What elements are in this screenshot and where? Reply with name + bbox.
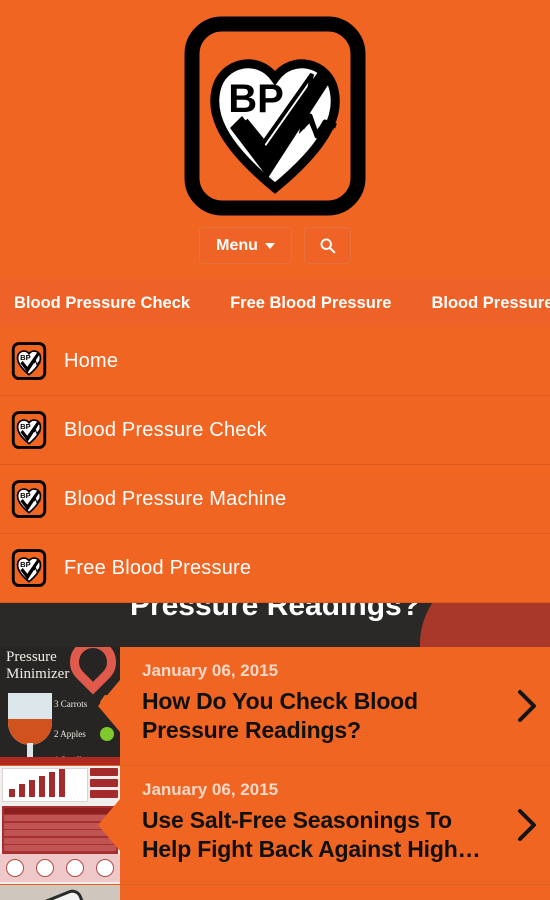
- article-row[interactable]: Pressure Minimizer 3 Carrots 2 Apples 1 …: [0, 647, 550, 766]
- thumb-notch: [98, 799, 120, 851]
- chevron-right-icon: [518, 690, 536, 722]
- legend-panel: [90, 768, 118, 802]
- article-date: January 06, 2015: [142, 661, 279, 680]
- chart-bar: [49, 772, 55, 797]
- toolbar: Menu: [199, 227, 351, 264]
- category-nav-strip[interactable]: Blood Pressure Check Free Blood Pressure…: [0, 279, 550, 327]
- legend-chip: [90, 779, 118, 787]
- chart-bar: [9, 789, 15, 797]
- limit-alcohol-icon: [66, 859, 84, 877]
- bp-heart-check-logo-icon: BP: [184, 16, 366, 215]
- article-chevron[interactable]: [504, 766, 550, 884]
- exercise-icon: [6, 859, 24, 877]
- menu-button[interactable]: Menu: [199, 227, 292, 264]
- menu-item-blood-pressure-machine[interactable]: BP Blood Pressure Machine: [0, 465, 550, 534]
- dropdown-menu-list: BP Home BP Blood Pressure Check BP Blood…: [0, 327, 550, 603]
- tips-icon-row: [0, 854, 120, 882]
- chart-bar: [29, 780, 35, 797]
- legend-chip: [90, 790, 118, 798]
- article-thumbnail: [0, 766, 120, 884]
- nav-item-free-blood-pressure[interactable]: Free Blood Pressure: [230, 294, 391, 313]
- glass-shape: [8, 693, 52, 745]
- caret-down-icon: [264, 242, 275, 249]
- thumb-notch: [98, 680, 120, 732]
- thumb-ingredient: 3 Carrots: [54, 699, 88, 709]
- article-chevron[interactable]: [504, 647, 550, 765]
- bp-heart-icon: BP: [11, 342, 47, 380]
- hero-title: Pressure Readings?: [129, 603, 421, 622]
- bar-chart-panel: [2, 768, 88, 802]
- article-thumbnail: Pressure Minimizer 3 Carrots 2 Apples 1 …: [0, 647, 120, 765]
- menu-item-label: Free Blood Pressure: [64, 556, 252, 579]
- bp-heart-icon: BP: [11, 411, 47, 449]
- menu-item-label: Blood Pressure Machine: [64, 487, 287, 510]
- article-row[interactable]: January 06, 2015: [0, 885, 550, 900]
- article-thumbnail: [0, 885, 120, 900]
- legend-chip: [90, 768, 118, 776]
- chart-bar: [39, 776, 45, 797]
- svg-text:BP: BP: [20, 422, 31, 431]
- chevron-right-icon: [518, 809, 536, 841]
- menu-item-label: Home: [64, 349, 119, 372]
- hero-banner: Pressure Readings?: [0, 603, 550, 647]
- svg-text:BP: BP: [20, 560, 31, 569]
- chart-bar: [59, 769, 65, 797]
- article-list: Pressure Minimizer 3 Carrots 2 Apples 1 …: [0, 647, 550, 900]
- nav-item-blood-pressure-machine[interactable]: Blood Pressure Mac: [431, 294, 550, 313]
- bp-heart-icon: BP: [11, 480, 47, 518]
- diet-icon: [36, 859, 54, 877]
- site-header: BP Menu: [0, 0, 550, 264]
- article-body: January 06, 2015 How Do You Check Blood …: [120, 647, 504, 765]
- article-row[interactable]: January 06, 2015 Use Salt-Free Seasoning…: [0, 766, 550, 885]
- article-title: How Do You Check Blood Pressure Readings…: [142, 688, 418, 743]
- article-title: Use Salt-Free Seasonings To Help Fight B…: [142, 807, 481, 862]
- article-chevron[interactable]: [504, 885, 550, 900]
- article-body: January 06, 2015 Use Salt-Free Seasoning…: [120, 766, 504, 884]
- article-body: January 06, 2015: [120, 885, 504, 900]
- no-smoking-icon: [96, 859, 114, 877]
- chart-bar: [19, 784, 25, 797]
- svg-text:BP: BP: [20, 491, 31, 500]
- thumb-ingredient: 2 Apples: [54, 729, 86, 739]
- menu-item-home[interactable]: BP Home: [0, 327, 550, 396]
- menu-item-label: Blood Pressure Check: [64, 418, 267, 441]
- site-logo[interactable]: BP: [184, 8, 366, 223]
- nav-item-blood-pressure-check[interactable]: Blood Pressure Check: [14, 294, 190, 313]
- bp-heart-icon: BP: [11, 549, 47, 587]
- menu-button-label: Menu: [216, 236, 258, 254]
- svg-text:BP: BP: [20, 353, 31, 362]
- article-date: January 06, 2015: [142, 780, 279, 799]
- thumb-bottom-strip: [0, 757, 120, 765]
- app-root: BP Menu Blood Pressure Check Free Blood …: [0, 0, 550, 900]
- svg-text:BP: BP: [228, 77, 284, 121]
- menu-item-blood-pressure-check[interactable]: BP Blood Pressure Check: [0, 396, 550, 465]
- blood-pressure-monitor-photo: [0, 885, 120, 900]
- menu-item-free-blood-pressure[interactable]: BP Free Blood Pressure: [0, 534, 550, 603]
- monitor-device-shape: [0, 886, 96, 900]
- juice-fill: [8, 719, 52, 745]
- search-icon: [320, 238, 336, 254]
- search-button[interactable]: [303, 227, 351, 264]
